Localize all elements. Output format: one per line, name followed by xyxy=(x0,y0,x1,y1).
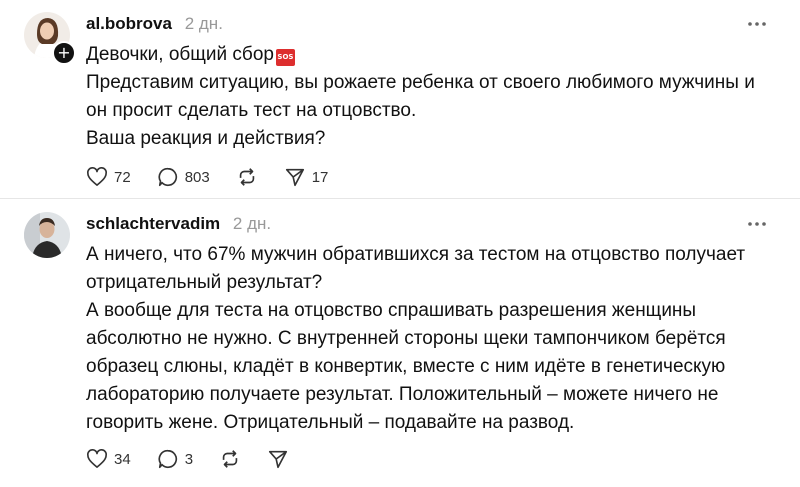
like-count: 72 xyxy=(114,168,131,186)
text-line: абсолютно не нужно. С внутренней стороны… xyxy=(86,328,726,349)
more-options-icon[interactable] xyxy=(746,16,768,32)
comment-button[interactable]: 3 xyxy=(157,448,193,470)
comment-button[interactable]: 803 xyxy=(157,166,210,188)
follow-plus-icon[interactable]: + xyxy=(52,41,76,65)
post-text: А ничего, что 67% мужчин обратившихся за… xyxy=(86,241,745,437)
username[interactable]: al.bobrova xyxy=(86,14,172,33)
like-button[interactable]: 34 xyxy=(86,449,131,469)
comment-count: 803 xyxy=(184,168,210,186)
timestamp: 2 дн. xyxy=(232,214,272,233)
text-line: А вообще для теста на отцовство спрашива… xyxy=(86,300,697,321)
text-line: Девочки, общий сбор SOS xyxy=(86,44,295,66)
text-line: говорить жене. Отрицательный – подавайте… xyxy=(86,412,575,433)
text-line: А ничего, что 67% мужчин обратившихся за… xyxy=(86,244,746,265)
repost-icon xyxy=(239,168,254,186)
send-icon xyxy=(268,450,288,469)
comment-icon xyxy=(158,449,177,469)
username[interactable]: schlachtervadim xyxy=(86,214,220,233)
avatar[interactable] xyxy=(24,212,70,258)
post-header: schlachtervadim 2 дн. xyxy=(86,214,271,234)
sos-emoji-icon: SOS xyxy=(275,49,295,66)
post-text: Девочки, общий сбор SOS Представим ситуац… xyxy=(86,41,755,153)
text-line: он просит сделать тест на отцовство. xyxy=(86,100,417,121)
text-line: образец слюны, кладёт в конвертик, вмест… xyxy=(86,356,726,377)
repost-button[interactable] xyxy=(219,448,241,470)
text-line: отрицательный результат? xyxy=(86,272,323,293)
like-count: 34 xyxy=(114,450,131,468)
share-count: 17 xyxy=(311,168,329,186)
action-bar: 34 3 xyxy=(86,447,315,471)
text-line: Ваша реакция и действия? xyxy=(86,128,326,149)
text-line: Представим ситуацию, вы рожаете ребенка … xyxy=(86,72,755,93)
share-button[interactable]: 17 xyxy=(284,166,329,188)
post-header: al.bobrova 2 дн. xyxy=(86,14,223,34)
more-options-icon[interactable] xyxy=(746,216,768,232)
share-button[interactable] xyxy=(267,448,289,470)
text-line: лабораторию получаете результат. Положит… xyxy=(86,384,719,405)
repost-icon xyxy=(222,450,238,468)
comment-icon xyxy=(158,167,177,187)
heart-icon xyxy=(87,167,107,186)
heart-icon xyxy=(87,449,107,468)
like-button[interactable]: 72 xyxy=(86,167,131,187)
timestamp: 2 дн. xyxy=(184,14,223,33)
send-icon xyxy=(285,168,304,187)
repost-button[interactable] xyxy=(236,166,258,188)
comment-count: 3 xyxy=(184,450,194,468)
action-bar: 72 803 17 xyxy=(86,165,354,189)
post-divider xyxy=(0,198,800,199)
